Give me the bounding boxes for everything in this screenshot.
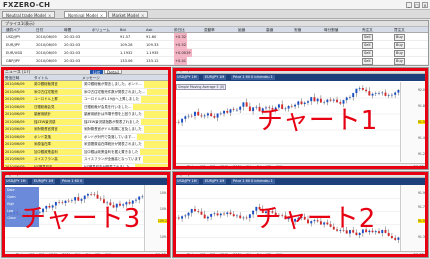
buy-button[interactable]: Buy [394,50,405,57]
highlight-frame [1,67,171,170]
pair: USD/JPY [6,35,21,39]
change: +0.0019 [174,49,192,57]
close-icon[interactable]: × [422,2,428,8]
time: 20:32:03 [64,51,81,55]
time: 20:32:03 [64,59,81,63]
time: 20:32:03 [64,43,81,47]
close-tab-icon[interactable]: × [141,13,144,18]
ask: 91.60 [146,35,157,39]
change: +0.52 [174,41,188,49]
ask: 109.33 [146,43,159,47]
tab-neutral-trade[interactable]: Neutral trade Model × [2,11,56,18]
chart-panel-1: チャート USD/JPY 1M EUR/JPY 1M Price 1 60 0 … [172,67,429,170]
tab-label: Neutral trade Model [6,13,46,18]
sell-button[interactable]: Sell [362,34,373,41]
chart-2-label: チャート2 [255,204,376,234]
pair: GBP/JPY [6,59,20,63]
sell-button[interactable]: Sell [362,42,373,49]
ask: 133.12 [146,59,159,63]
date: 2010/06/09 [36,43,57,47]
rate-row[interactable]: GBP/JPY 2010/06/09 20:32:03 133.06 133.1… [2,57,428,65]
rate-row[interactable]: USD/JPY 2010/06/09 20:32:03 91.57 91.60 … [2,33,428,41]
bid: 109.28 [120,43,133,47]
tab-nominal[interactable]: Nominal Model × [64,11,108,18]
title-bar [0,0,430,10]
pair: EUR/JPY [6,43,20,47]
window-controls: _ □ × [406,2,428,8]
pair: EUR/USD [6,51,23,55]
chart-1-label: チャート1 [257,106,378,136]
buy-button[interactable]: Buy [394,58,405,65]
ask: 1.1935 [146,51,159,55]
date: 2010/06/09 [36,51,57,55]
tab-market[interactable]: Market Model × [108,11,149,18]
date: 2010/06/09 [36,59,57,63]
rate-row[interactable]: EUR/USD 2010/06/09 20:32:03 1.1932 1.193… [2,49,428,57]
sell-button[interactable]: Sell [362,58,373,65]
change: +0.41 [174,57,188,65]
bid: 91.57 [120,35,131,39]
rate-panel: プライス1(表示) 通貨ペア 日付 時間 ボリューム Bid Ask 前日比 変… [1,20,429,66]
maximize-icon[interactable]: □ [414,2,420,8]
bid: 133.06 [120,59,133,63]
tab-label: Nominal Model [68,13,98,18]
time: 20:32:03 [64,35,81,39]
date: 2010/06/09 [36,35,57,39]
minimize-icon[interactable]: _ [406,2,412,8]
close-tab-icon[interactable]: × [48,13,51,18]
bid: 1.1932 [120,51,133,55]
close-tab-icon[interactable]: × [100,13,103,18]
app-logo: FXZERO-CH [3,1,51,9]
chart-3-label: チャート3 [20,204,141,234]
chart-panel-2: チャート USD/JPY 1M EUR/JPY 1M Price 1 60 0 … [172,171,429,258]
change: +0.32 [174,33,188,41]
buy-button[interactable]: Buy [394,42,405,49]
sell-button[interactable]: Sell [362,50,373,57]
chart-panel-3: チャート USD/JPY 1M EUR/JPY 1M Price 1 60 0 … [1,171,171,258]
rate-row[interactable]: EUR/JPY 2010/06/09 20:32:03 109.28 109.3… [2,41,428,49]
tab-label: Market Model [112,13,140,18]
buy-button[interactable]: Buy [394,34,405,41]
